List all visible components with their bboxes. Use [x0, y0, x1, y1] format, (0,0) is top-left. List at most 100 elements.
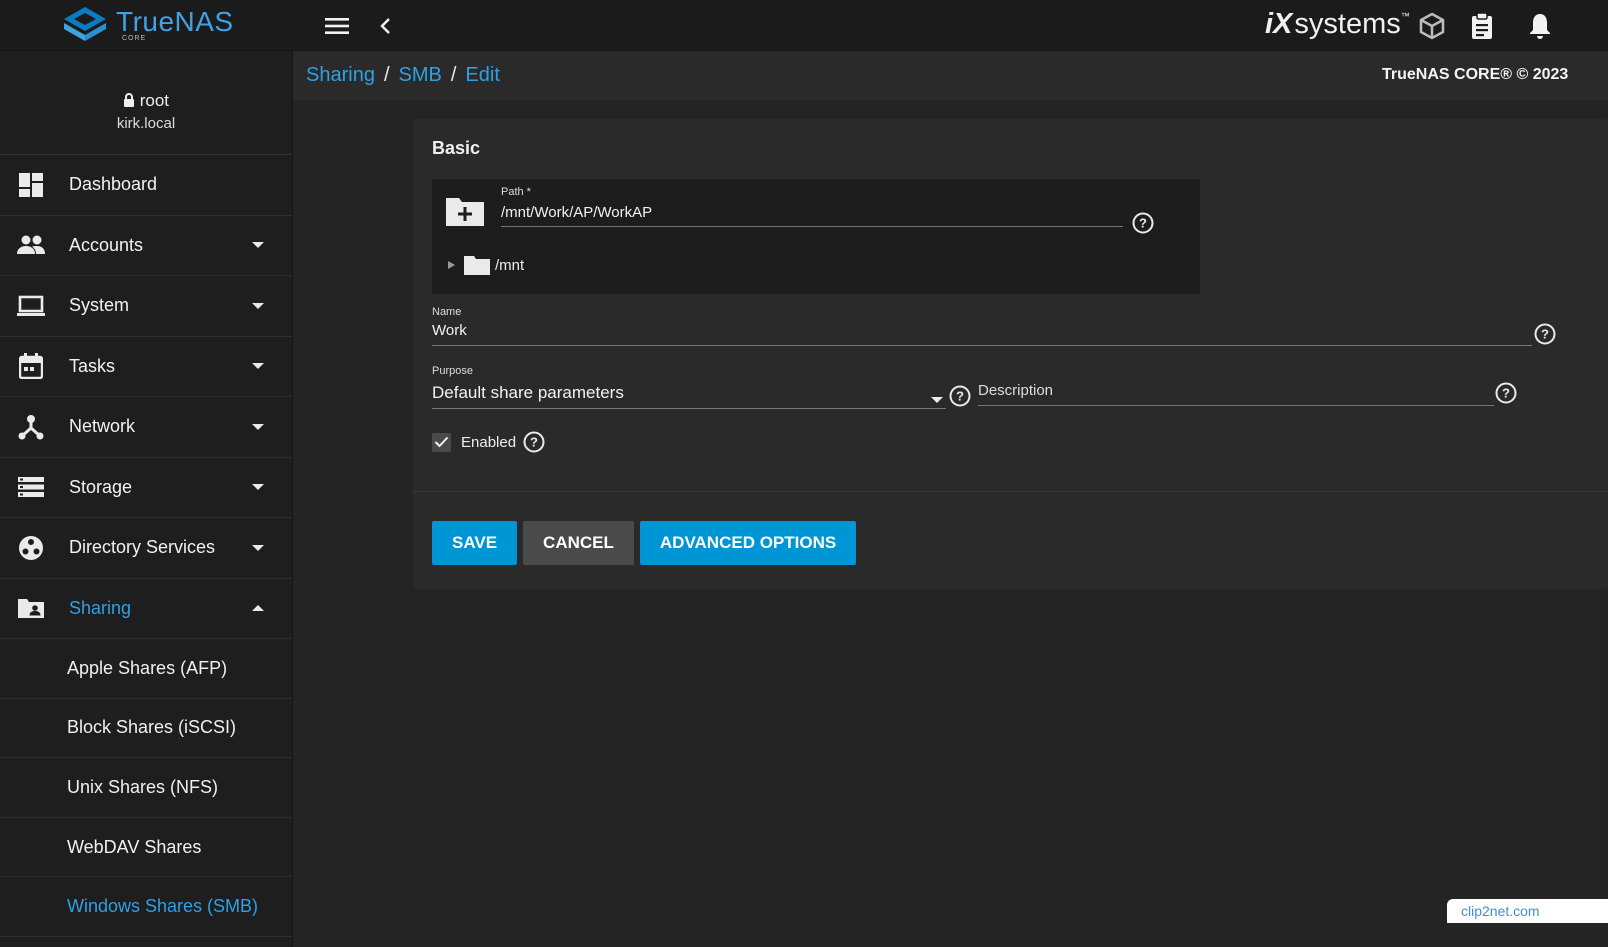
hamburger-icon: [325, 18, 349, 34]
directory-icon: [17, 534, 45, 562]
caret-down-icon: [251, 480, 265, 494]
svg-text:?: ?: [530, 435, 538, 450]
path-input[interactable]: /mnt/Work/AP/WorkAP: [501, 204, 1123, 227]
caret-down-icon: [251, 359, 265, 373]
svg-text:?: ?: [1541, 327, 1549, 342]
directory-tree-node[interactable]: /mnt: [446, 255, 524, 275]
menu-toggle-button[interactable]: [321, 10, 353, 42]
sidebar-item-label: System: [69, 295, 130, 316]
sidebar-subitem-smb[interactable]: Windows Shares (SMB): [0, 877, 292, 937]
task-manager-button[interactable]: [1466, 10, 1498, 42]
enabled-help-icon[interactable]: ?: [523, 431, 545, 453]
ix-mark: iX: [1265, 7, 1293, 40]
section-title: Basic: [432, 138, 481, 158]
save-button[interactable]: SAVE: [432, 521, 518, 565]
cancel-button[interactable]: CANCEL: [523, 521, 634, 565]
username: root: [139, 91, 170, 110]
sidebar-subitem-nfs[interactable]: Unix Shares (NFS): [0, 758, 292, 818]
sidebar-item-directory-services[interactable]: Directory Services: [0, 518, 292, 579]
sidebar-item-system[interactable]: System: [0, 276, 292, 337]
top-bar: TrueNAS CORE iX systems ™: [0, 0, 1608, 51]
watermark: clip2net.com: [1447, 899, 1608, 923]
breadcrumb: Sharing / SMB / Edit: [306, 64, 500, 87]
sidebar-subitem-afp[interactable]: Apple Shares (AFP): [0, 639, 292, 699]
svg-text:?: ?: [956, 389, 964, 404]
add-folder-icon[interactable]: [446, 195, 484, 232]
sidebar-item-network[interactable]: Network: [0, 397, 292, 458]
name-help-icon[interactable]: ?: [1534, 323, 1556, 345]
network-icon: [17, 413, 45, 441]
truenas-logo[interactable]: TrueNAS CORE: [62, 3, 234, 45]
brand-name: TrueNAS: [116, 6, 234, 37]
form-divider: [413, 491, 1608, 492]
enabled-checkbox[interactable]: [432, 432, 451, 452]
sidebar-item-label: Storage: [69, 476, 133, 497]
purpose-dropdown-icon[interactable]: [930, 391, 944, 409]
advanced-options-button[interactable]: ADVANCED OPTIONS: [639, 521, 857, 565]
sidebar-subitem-webdav[interactable]: WebDAV Shares: [0, 818, 292, 878]
path-label: Path *: [501, 186, 531, 198]
username-row: root: [0, 91, 292, 111]
path-help-icon[interactable]: ?: [1132, 212, 1154, 234]
laptop-icon: [17, 292, 45, 320]
svg-text:?: ?: [1139, 216, 1147, 231]
folder-shared-icon: [17, 594, 45, 622]
checkmark-icon: [434, 436, 449, 448]
calendar-icon: [17, 352, 45, 380]
form-actions: SAVE CANCEL ADVANCED OPTIONS: [432, 521, 857, 565]
truenas-logo-icon: [64, 7, 106, 41]
user-info: root kirk.local: [0, 51, 292, 155]
folder-icon: [464, 256, 490, 275]
sidebar-item-label: Accounts: [69, 234, 144, 255]
sidebar-item-label: Directory Services: [69, 537, 216, 558]
sidebar-item-label: Sharing: [69, 597, 132, 618]
caret-down-icon: [251, 420, 265, 434]
sidebar-item-label: Dashboard: [69, 174, 158, 195]
chevron-left-icon: [380, 18, 390, 34]
breadcrumb-smb[interactable]: SMB: [399, 64, 442, 86]
storage-icon: [17, 473, 45, 501]
truecommand-button[interactable]: [1416, 10, 1448, 42]
caret-down-icon: [251, 299, 265, 313]
description-help-icon[interactable]: ?: [1495, 382, 1517, 404]
name-input[interactable]: Work: [432, 322, 1532, 346]
ix-trademark: ™: [1400, 11, 1410, 21]
caret-up-icon: [251, 601, 265, 615]
bell-icon: [1530, 14, 1550, 39]
notifications-button[interactable]: [1524, 10, 1556, 42]
truecommand-icon: [1419, 12, 1445, 40]
name-label: Name: [432, 306, 462, 318]
breadcrumb-sharing[interactable]: Sharing: [306, 64, 375, 86]
purpose-help-icon[interactable]: ?: [949, 385, 971, 407]
sidebar-item-accounts[interactable]: Accounts: [0, 216, 292, 276]
sidebar-item-sharing[interactable]: Sharing: [0, 579, 292, 639]
sidebar-item-dashboard[interactable]: Dashboard: [0, 155, 292, 216]
ixsystems-logo[interactable]: iX systems ™: [1265, 3, 1410, 45]
tree-expand-icon[interactable]: [446, 260, 456, 270]
people-icon: [17, 231, 45, 259]
enabled-checkbox-row: Enabled ?: [432, 431, 545, 453]
sidebar: root kirk.local Dashboard Accounts Syste…: [0, 51, 293, 947]
sidebar-item-tasks[interactable]: Tasks: [0, 337, 292, 397]
collapse-sidebar-button[interactable]: [370, 10, 402, 42]
sidebar-item-label: Tasks: [69, 355, 116, 376]
clipboard-icon: [1472, 12, 1492, 39]
purpose-label: Purpose: [432, 365, 473, 377]
copyright-text: TrueNAS CORE® © 2023: [1382, 66, 1569, 83]
ix-text: systems: [1294, 7, 1401, 40]
smb-edit-form: Basic Path * /mnt/Work/AP/WorkAP ? /mnt …: [413, 119, 1608, 589]
purpose-select[interactable]: Default share parameters: [432, 383, 946, 409]
breadcrumb-separator: /: [450, 64, 457, 86]
enabled-label: Enabled: [461, 433, 517, 451]
caret-down-icon: [251, 541, 265, 555]
hostname: kirk.local: [116, 115, 176, 132]
brand-edition: CORE: [122, 35, 147, 42]
lock-icon: [123, 93, 134, 107]
tree-node-label: /mnt: [495, 256, 525, 274]
sidebar-subitem-iscsi[interactable]: Block Shares (iSCSI): [0, 699, 292, 759]
breadcrumb-bar: Sharing / SMB / Edit TrueNAS CORE® © 2023: [293, 51, 1608, 100]
svg-text:?: ?: [1502, 386, 1510, 401]
description-input[interactable]: Description: [978, 382, 1494, 406]
dashboard-icon: [17, 171, 45, 199]
sidebar-item-storage[interactable]: Storage: [0, 458, 292, 518]
